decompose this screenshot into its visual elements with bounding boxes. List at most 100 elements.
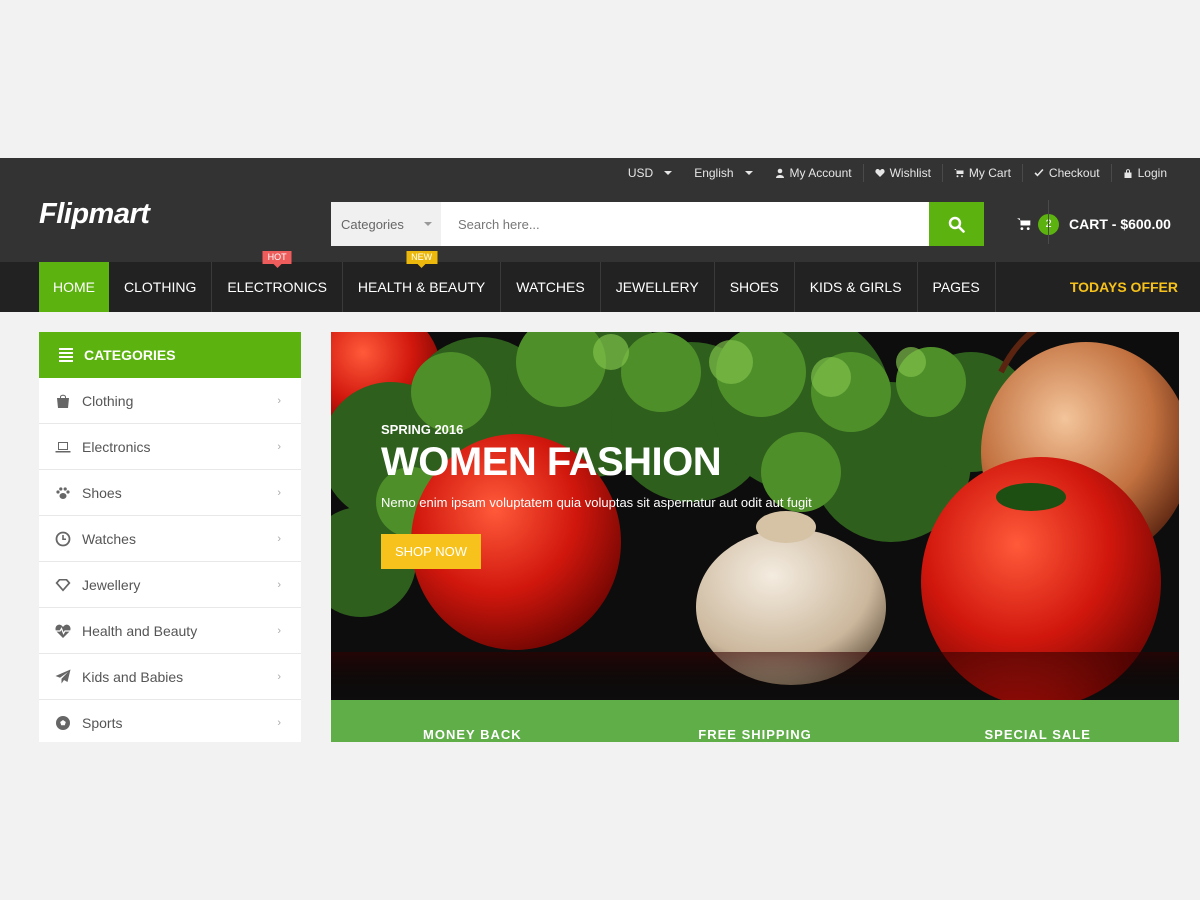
paw-icon [56,486,70,499]
sidebar-item-shoes[interactable]: Shoes › [39,470,301,516]
my-cart-link[interactable]: My Cart [941,164,1022,182]
info-special-sale: SPECIAL SALE [984,727,1091,742]
cart-divider [1048,200,1049,244]
nav-item-label: CLOTHING [124,279,197,295]
nav-item-watches[interactable]: WATCHES [501,262,601,312]
search-icon [948,216,965,233]
cart-summary[interactable]: 2 CART - $600.00 [1017,200,1171,244]
search-category-label: Categories [341,216,404,232]
lock-icon [1124,169,1132,178]
info-bar: MONEY BACK FREE SHIPPING SPECIAL SALE [331,700,1179,742]
search-button[interactable] [929,202,984,246]
todays-offer-link[interactable]: TODAYS OFFER [1070,262,1178,312]
search-input[interactable] [441,202,929,246]
shopping-bag-icon [57,394,69,408]
language-select[interactable]: English [683,164,763,182]
categories-title: CATEGORIES [84,347,176,363]
nav-item-label: WATCHES [516,279,585,295]
sidebar-item-jewellery[interactable]: Jewellery › [39,562,301,608]
sidebar-item-label: Electronics [82,438,151,455]
hero-description: Nemo enim ipsam voluptatem quia voluptas… [381,495,812,510]
chevron-right-icon: › [277,533,281,545]
nav-item-home[interactable]: HOME [39,262,109,312]
wishlist-link[interactable]: Wishlist [862,164,942,182]
paper-plane-icon [55,669,71,683]
language-label: English [694,166,734,180]
login-link[interactable]: Login [1110,164,1178,182]
sidebar-item-label: Kids and Babies [82,668,184,685]
nav-item-electronics[interactable]: HOT ELECTRONICS [212,251,343,312]
cart-total-label: CART - $600.00 [1069,216,1171,232]
nav-item-health-beauty[interactable]: NEW HEALTH & BEAUTY [343,251,502,312]
sidebar-item-sports[interactable]: Sports › [39,700,301,742]
shop-now-button[interactable]: SHOP NOW [381,534,481,569]
header: USD English My Account Wishlist My Cart … [0,158,1200,262]
sidebar-item-label: Watches [82,530,136,547]
sidebar-item-label: Jewellery [82,576,141,593]
hot-badge: HOT [262,251,292,264]
sidebar-item-label: Clothing [82,392,134,409]
hero-season: SPRING 2016 [381,422,464,437]
sidebar-item-label: Health and Beauty [82,622,198,639]
search-category-select[interactable]: Categories [331,202,441,246]
my-account-label: My Account [789,166,852,180]
hero-banner: SPRING 2016 WOMEN FASHION Nemo enim ipsa… [331,332,1179,700]
logo[interactable]: Flipmart [39,198,150,231]
chevron-right-icon: › [277,717,281,729]
sidebar-item-label: Sports [82,714,123,731]
sidebar-item-watches[interactable]: Watches › [39,516,301,562]
nav-item-shoes[interactable]: SHOES [715,262,795,312]
check-icon [1034,169,1044,177]
checkout-label: Checkout [1048,166,1100,180]
menu-icon [59,348,73,362]
nav-item-label: HEALTH & BEAUTY [357,279,486,295]
nav-item-pages[interactable]: PAGES [918,262,996,312]
cart-icon [953,169,964,178]
wishlist-label: Wishlist [889,166,931,180]
heart-icon [874,168,885,177]
diamond-icon [55,578,71,591]
search-bar: Categories [331,202,984,246]
chevron-right-icon: › [277,487,281,499]
login-label: Login [1137,166,1167,180]
nav-item-label: SHOES [729,279,779,295]
currency-label: USD [627,166,654,180]
soccer-ball-icon [56,715,70,730]
nav-item-label: KIDS & GIRLS [809,279,902,295]
categories-sidebar: CATEGORIES Clothing › Electronics › Shoe… [39,332,301,742]
chevron-right-icon: › [277,441,281,453]
heartbeat-icon [55,624,71,638]
nav-item-label: JEWELLERY [615,279,699,295]
sidebar-item-electronics[interactable]: Electronics › [39,424,301,470]
chevron-down-icon [744,171,753,175]
nav-item-clothing[interactable]: CLOTHING [109,262,213,312]
chevron-right-icon: › [277,395,281,407]
chevron-right-icon: › [277,625,281,637]
chevron-down-icon [424,222,432,226]
checkout-link[interactable]: Checkout [1021,164,1111,182]
categories-header: CATEGORIES [39,332,301,378]
info-money-back: MONEY BACK [423,727,522,742]
sidebar-item-label: Shoes [82,484,122,501]
currency-select[interactable]: USD [617,164,683,182]
my-cart-label: My Cart [968,166,1011,180]
sidebar-item-kids-babies[interactable]: Kids and Babies › [39,654,301,700]
nav-item-kids-girls[interactable]: KIDS & GIRLS [795,262,918,312]
nav-item-jewellery[interactable]: JEWELLERY [601,262,715,312]
laptop-icon [55,441,71,452]
user-icon [775,168,784,178]
clock-icon [55,531,71,546]
chevron-right-icon: › [277,579,281,591]
sidebar-item-clothing[interactable]: Clothing › [39,378,301,424]
nav-item-label: ELECTRONICS [227,279,327,295]
my-account-link[interactable]: My Account [764,164,863,182]
hero-content: SPRING 2016 WOMEN FASHION Nemo enim ipsa… [381,422,812,569]
nav-item-label: PAGES [932,279,980,295]
main-nav: HOME CLOTHING HOT ELECTRONICS NEW HEALTH… [0,251,1200,312]
info-free-shipping: FREE SHIPPING [698,727,812,742]
nav-item-label: HOME [53,279,95,295]
new-badge: NEW [406,251,438,264]
chevron-right-icon: › [277,671,281,683]
sidebar-item-health-beauty[interactable]: Health and Beauty › [39,608,301,654]
hero-title: WOMEN FASHION [381,440,722,484]
